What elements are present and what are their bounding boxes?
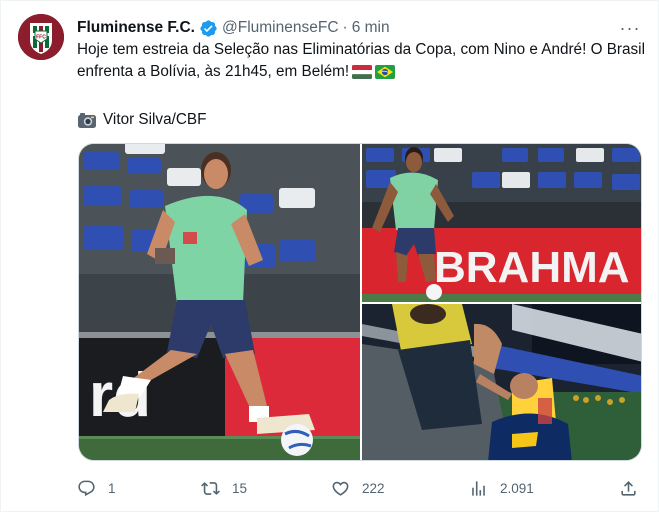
verified-badge-icon	[199, 19, 218, 38]
photo-nino-training[interactable]: rd	[79, 144, 360, 460]
views-button[interactable]: 2.091	[469, 475, 534, 501]
brazil-flag-icon	[375, 65, 396, 79]
retweet-button[interactable]: 15	[201, 475, 247, 501]
timestamp[interactable]: 6 min	[352, 19, 390, 37]
author-name[interactable]: Fluminense F.C.	[77, 19, 195, 37]
tweet-header: Fluminense F.C. @FluminenseFC · 6 min	[77, 16, 638, 40]
tweet-text: Hoje tem estreia da Seleção nas Eliminat…	[77, 39, 649, 83]
author-handle[interactable]: @FluminenseFC	[222, 19, 339, 37]
tweet-actions: 1 15 222 2.091	[77, 475, 649, 501]
avatar[interactable]: FFC	[18, 14, 64, 60]
like-count: 222	[362, 480, 385, 496]
hungary-flag-icon	[352, 65, 373, 79]
photo-fans-stands[interactable]	[362, 304, 641, 460]
like-button[interactable]: 222	[331, 475, 385, 501]
photo-banner-text: BRAHMA	[434, 243, 630, 292]
more-options-icon[interactable]: ···	[620, 18, 640, 38]
reply-button[interactable]: 1	[77, 475, 116, 501]
retweet-icon	[201, 481, 220, 495]
credit-text: Vitor Silva/CBF	[103, 111, 207, 128]
photo-andre-training[interactable]: BRAHMA	[362, 144, 641, 302]
photo-credit: Vitor Silva/CBF	[77, 109, 206, 131]
separator-dot: ·	[342, 19, 348, 36]
camera-flash-icon	[78, 113, 96, 128]
reply-icon	[78, 480, 95, 496]
share-button[interactable]	[619, 475, 638, 501]
views-chart-icon	[472, 480, 485, 496]
tweet-card[interactable]: FFC Fluminense F.C. @FluminenseFC · 6 mi…	[0, 0, 659, 512]
svg-text:FFC: FFC	[36, 35, 46, 41]
media-grid: rd	[78, 143, 642, 461]
heart-icon	[332, 481, 349, 496]
share-icon	[621, 480, 636, 496]
views-count: 2.091	[500, 480, 534, 496]
reply-count: 1	[108, 480, 116, 496]
retweet-count: 15	[232, 480, 248, 496]
